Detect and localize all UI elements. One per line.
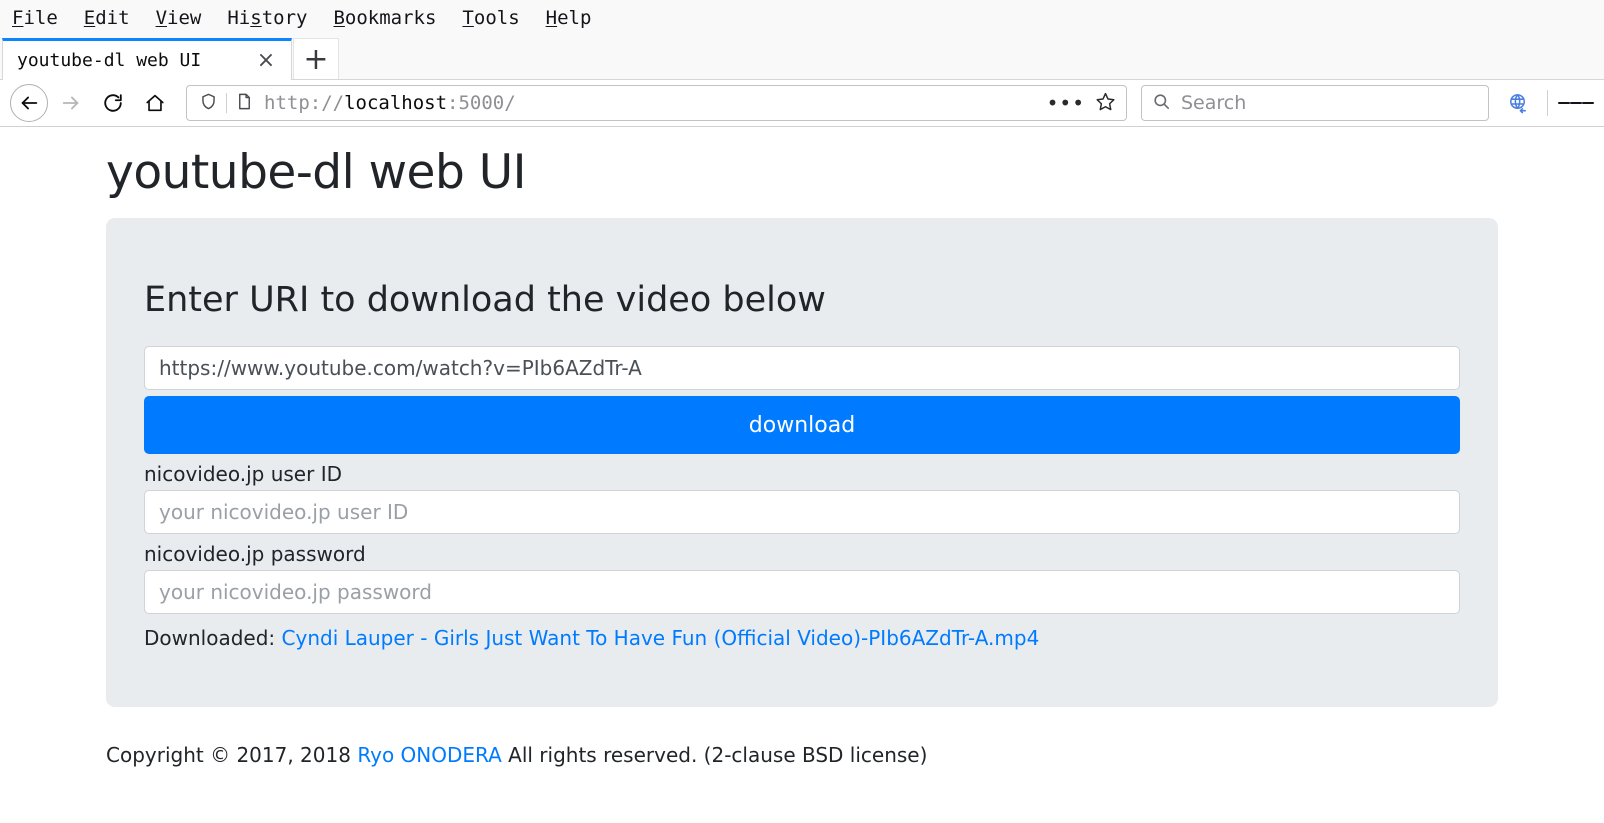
license-text: All rights reserved. (2-clause BSD licen… — [508, 743, 928, 767]
shield-icon[interactable] — [199, 92, 218, 115]
url-scheme: http:// — [264, 92, 345, 114]
jumbotron-heading: Enter URI to download the video below — [144, 280, 826, 320]
tab-strip: youtube-dl web UI × + — [0, 36, 1604, 80]
toolbar-divider — [1547, 90, 1548, 116]
menu-item-file[interactable]: File — [12, 7, 58, 29]
page-actions-icon[interactable]: ••• — [1047, 93, 1085, 113]
jumbotron-panel: Enter URI to download the video below ht… — [106, 218, 1498, 707]
page-viewport: youtube-dl web UI Enter URI to download … — [0, 127, 1604, 823]
new-tab-icon[interactable]: + — [293, 38, 339, 80]
browser-window: File Edit View History Bookmarks Tools H… — [0, 0, 1604, 823]
download-button[interactable]: download — [144, 396, 1460, 454]
uri-input[interactable]: https://www.youtube.com/watch?v=PIb6AZdT… — [144, 346, 1460, 390]
password-placeholder: your nicovideo.jp password — [159, 580, 432, 604]
menu-item-history[interactable]: History — [227, 7, 307, 29]
password-label: nicovideo.jp password — [144, 542, 366, 566]
url-divider — [226, 93, 227, 113]
url-path: :5000/ — [447, 92, 516, 114]
page-footer: Copyright © 2017, 2018 Ryo ONODERA All r… — [106, 743, 1498, 767]
sync-globe-icon[interactable] — [1499, 84, 1537, 122]
downloaded-file-link[interactable]: Cyndi Lauper - Girls Just Want To Have F… — [282, 626, 1040, 650]
user-id-label: nicovideo.jp user ID — [144, 462, 342, 486]
search-input[interactable]: Search — [1181, 92, 1246, 114]
page-info-icon[interactable] — [235, 92, 254, 115]
url-text[interactable]: http://localhost:5000/ — [260, 92, 1041, 114]
reload-icon[interactable] — [94, 84, 132, 122]
tab-title: youtube-dl web UI — [17, 50, 202, 71]
navigation-toolbar: http://localhost:5000/ ••• Search — [0, 80, 1604, 127]
menu-item-tools[interactable]: Tools — [462, 7, 519, 29]
author-link[interactable]: Ryo ONODERA — [357, 743, 501, 767]
search-icon — [1152, 92, 1171, 115]
user-id-input[interactable]: your nicovideo.jp user ID — [144, 490, 1460, 534]
url-host: localhost — [344, 92, 448, 114]
close-icon[interactable]: × — [251, 46, 281, 76]
forward-arrow-icon — [52, 84, 90, 122]
url-bar[interactable]: http://localhost:5000/ ••• — [186, 85, 1127, 121]
back-arrow-icon[interactable] — [10, 84, 48, 122]
menu-item-help[interactable]: Help — [546, 7, 592, 29]
menu-item-view[interactable]: View — [156, 7, 202, 29]
downloaded-label: Downloaded: — [144, 626, 276, 650]
menu-bar: File Edit View History Bookmarks Tools H… — [0, 0, 1604, 36]
downloaded-status: Downloaded: Cyndi Lauper - Girls Just Wa… — [144, 626, 1460, 650]
home-icon[interactable] — [136, 84, 174, 122]
hamburger-menu-icon[interactable] — [1558, 85, 1594, 121]
password-input[interactable]: your nicovideo.jp password — [144, 570, 1460, 614]
uri-input-value: https://www.youtube.com/watch?v=PIb6AZdT… — [159, 356, 642, 380]
menu-item-bookmarks[interactable]: Bookmarks — [333, 7, 436, 29]
star-icon[interactable] — [1095, 91, 1116, 116]
user-id-placeholder: your nicovideo.jp user ID — [159, 500, 409, 524]
search-bar[interactable]: Search — [1141, 85, 1489, 121]
browser-tab-active[interactable]: youtube-dl web UI × — [2, 38, 292, 80]
page-title: youtube-dl web UI — [106, 145, 527, 200]
copyright-text: Copyright © 2017, 2018 — [106, 743, 351, 767]
menu-item-edit[interactable]: Edit — [84, 7, 130, 29]
